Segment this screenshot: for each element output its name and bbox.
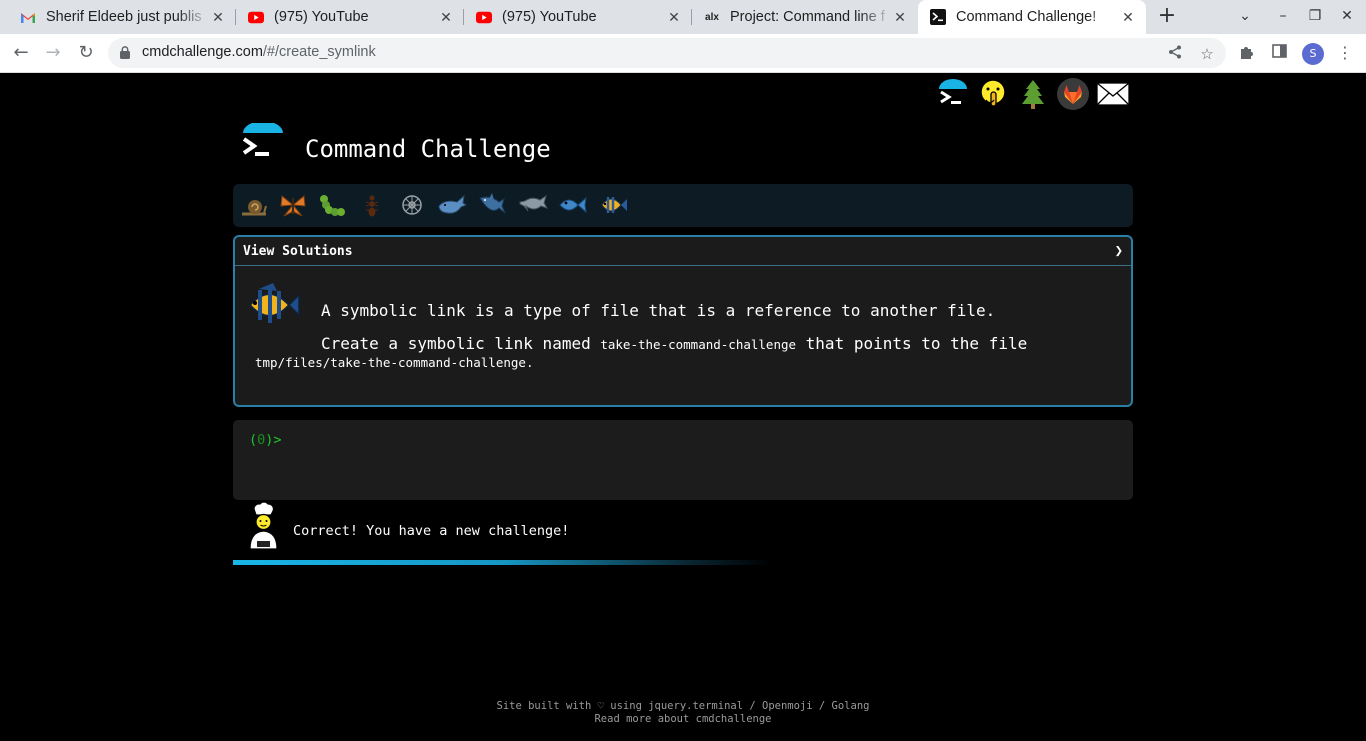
youtube-icon xyxy=(248,9,264,25)
tab-youtube[interactable]: (975) YouTube ✕ xyxy=(464,0,692,34)
challenge-task-path: tmp/files/take-the-command-challenge. xyxy=(255,355,534,370)
tropical-fish-icon xyxy=(248,283,300,323)
reload-icon[interactable]: ↻ xyxy=(75,42,97,64)
close-icon[interactable]: ✕ xyxy=(892,9,908,26)
close-icon[interactable]: ✕ xyxy=(438,9,454,26)
footer-credits[interactable]: Site built with ♡ using jquery.terminal … xyxy=(0,700,1366,713)
tree-icon[interactable] xyxy=(1016,77,1050,111)
alx-icon: alx xyxy=(705,11,719,23)
result-message: Correct! You have a new challenge! xyxy=(293,523,570,539)
progress-bar xyxy=(233,560,773,565)
terminal-prompt[interactable]: (0)> xyxy=(249,432,282,448)
progress-fill xyxy=(233,560,773,565)
header-links xyxy=(936,77,1130,111)
url-text: cmdchallenge.com/#/create_symlink xyxy=(142,44,376,60)
lock-icon[interactable] xyxy=(120,46,130,59)
close-icon[interactable]: ✕ xyxy=(1120,9,1136,26)
bookmark-star-icon[interactable]: ☆ xyxy=(1198,45,1216,63)
terminal[interactable]: (0)> xyxy=(233,420,1133,500)
fish-icon[interactable] xyxy=(558,190,588,220)
chevron-right-icon[interactable]: ❯ xyxy=(1115,243,1123,259)
tab-gmail[interactable]: Sherif Eldeeb just publis ✕ xyxy=(8,0,236,34)
view-solutions-label[interactable]: View Solutions xyxy=(243,244,353,259)
envelope-icon[interactable] xyxy=(1096,77,1130,111)
terminal-logo-icon[interactable] xyxy=(936,77,970,111)
gitlab-icon[interactable] xyxy=(1056,77,1090,111)
side-panel-icon[interactable] xyxy=(1270,44,1288,62)
youtube-icon xyxy=(476,9,492,25)
gmail-icon xyxy=(20,9,36,25)
tab-youtube[interactable]: (975) YouTube ✕ xyxy=(236,0,464,34)
caterpillar-icon[interactable] xyxy=(317,190,347,220)
menu-icon[interactable]: ⋮ xyxy=(1336,44,1354,62)
dolphin-icon[interactable] xyxy=(518,190,548,220)
challenge-description: A symbolic link is a type of file that i… xyxy=(321,301,996,320)
close-icon[interactable]: ✕ xyxy=(666,9,682,26)
tab-title: (975) YouTube xyxy=(502,9,597,25)
back-icon[interactable]: ← xyxy=(10,42,32,64)
challenge-task: Create a symbolic link named take-the-co… xyxy=(321,334,1028,353)
terminal-icon xyxy=(930,9,946,25)
tab-title: (975) YouTube xyxy=(274,9,369,25)
footer: Site built with ♡ using jquery.terminal … xyxy=(0,700,1366,725)
view-solutions-header[interactable]: View Solutions ❯ xyxy=(235,237,1131,266)
window-close-icon[interactable]: ✕ xyxy=(1337,8,1357,24)
address-toolbar: ← → ↻ cmdchallenge.com/#/create_symlink … xyxy=(0,34,1366,73)
tab-project[interactable]: alx Project: Command line f ✕ xyxy=(692,0,918,34)
maximize-icon[interactable]: ❐ xyxy=(1305,8,1325,24)
footer-read-more-link[interactable]: Read more about cmdchallenge xyxy=(0,713,1366,726)
tropical-fish-icon[interactable] xyxy=(599,190,629,220)
profile-avatar[interactable]: S xyxy=(1302,43,1324,65)
chef-icon xyxy=(249,501,278,550)
butterfly-icon[interactable] xyxy=(278,190,308,220)
tab-title: Command Challenge! xyxy=(956,9,1097,25)
tab-title: Sherif Eldeeb just publis xyxy=(46,9,202,25)
wheel-icon[interactable] xyxy=(397,190,427,220)
page-title: Command Challenge xyxy=(305,135,551,163)
ant-icon[interactable] xyxy=(357,190,387,220)
whale-icon[interactable] xyxy=(437,190,467,220)
address-bar[interactable]: cmdchallenge.com/#/create_symlink ☆ xyxy=(108,38,1226,68)
browser-tab-bar: Sherif Eldeeb just publis ✕ (975) YouTub… xyxy=(0,0,1366,34)
share-icon[interactable] xyxy=(1166,45,1184,63)
symlink-name: take-the-command-challenge xyxy=(600,337,797,352)
level-icons-bar xyxy=(233,184,1133,227)
new-tab-button[interactable]: + xyxy=(1156,4,1178,30)
challenge-panel: View Solutions ❯ A symbolic link is a ty… xyxy=(233,235,1133,407)
tab-command-challenge[interactable]: Command Challenge! ✕ xyxy=(918,0,1146,34)
snail-icon[interactable] xyxy=(239,190,269,220)
forward-icon[interactable]: → xyxy=(42,42,64,64)
shark-icon[interactable] xyxy=(477,190,507,220)
extensions-icon[interactable] xyxy=(1238,44,1256,62)
tab-search-icon[interactable]: ⌄ xyxy=(1235,8,1255,24)
shushing-face-icon[interactable] xyxy=(976,77,1010,111)
close-icon[interactable]: ✕ xyxy=(210,9,226,26)
tab-title: Project: Command line f xyxy=(730,9,885,25)
logo-icon[interactable] xyxy=(240,123,286,169)
page-content: Command Challenge View Solutions ❯ A sym… xyxy=(0,73,1366,741)
target-path: tmp/files/take-the-command-challenge xyxy=(255,355,526,370)
minimize-icon[interactable]: – xyxy=(1273,8,1293,24)
